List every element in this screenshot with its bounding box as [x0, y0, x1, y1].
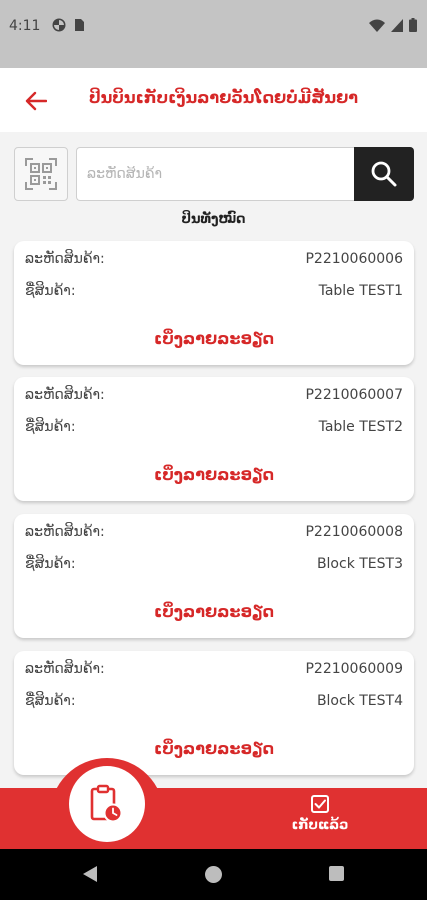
view-details-link[interactable]: ເບິ່ງລາຍລະອຽດ — [14, 465, 414, 484]
status-time: 4:11 — [9, 18, 41, 34]
product-name-label: ຊື່ສິນຄ້າ: — [25, 419, 76, 435]
check-square-icon — [311, 795, 329, 813]
product-name-label: ຊື່ສິນຄ້າ: — [25, 693, 76, 709]
product-name-value: Table TEST2 — [318, 419, 403, 435]
product-card: ລະຫັດສິນຄ້າ: P2210060006 ຊື່ສິນຄ້າ: Tabl… — [14, 241, 414, 365]
status-bar: 4:11 — [0, 0, 427, 68]
product-name-label: ຊື່ສິນຄ້າ: — [25, 556, 76, 572]
wifi-icon — [369, 19, 385, 32]
product-code-label: ລະຫັດສິນຄ້າ: — [25, 661, 105, 677]
pending-collection-button[interactable] — [69, 766, 145, 842]
product-name-value: Block TEST3 — [316, 556, 403, 572]
view-details-link[interactable]: ເບິ່ງລາຍລະອຽດ — [14, 329, 414, 348]
search-icon — [371, 161, 397, 187]
signal-icon — [391, 18, 403, 32]
product-name-value: Block TEST4 — [316, 693, 403, 709]
app-bar: ປິນບິນເກັບເງິນລາຍວັນໂດຍບໍ່ມີສັນຍາ — [0, 68, 427, 132]
product-code-value: P2210060007 — [305, 387, 403, 403]
product-code-value: P2210060009 — [305, 661, 403, 677]
sim-card-icon — [75, 19, 84, 31]
system-back-icon[interactable] — [82, 865, 98, 883]
product-name-label: ຊື່ສິນຄ້າ: — [25, 283, 76, 299]
back-button[interactable] — [22, 88, 50, 114]
search-input[interactable] — [76, 147, 354, 201]
nav-completed-label: ເກັບແລ້ວ — [291, 818, 349, 833]
system-recents-icon[interactable] — [329, 866, 344, 881]
pinwheel-icon — [52, 18, 66, 32]
view-details-link[interactable]: ເບິ່ງລາຍລະອຽດ — [14, 602, 414, 621]
product-code-label: ລະຫັດສິນຄ້າ: — [25, 251, 105, 267]
page-title: ປິນບິນເກັບເງິນລາຍວັນໂດຍບໍ່ມີສັນຍາ — [88, 88, 359, 107]
product-card: ລະຫັດສິນຄ້າ: P2210060008 ຊື່ສິນຄ້າ: Bloc… — [14, 514, 414, 638]
search-row — [14, 147, 414, 201]
battery-icon — [409, 18, 417, 32]
filter-label: ປິນທັງໝົດ — [181, 212, 246, 227]
bottom-nav — [0, 788, 427, 849]
view-details-link[interactable]: ເບິ່ງລາຍລະອຽດ — [14, 739, 414, 758]
product-code-value: P2210060008 — [305, 524, 403, 540]
clipboard-clock-icon — [90, 784, 123, 823]
qr-scan-button[interactable] — [14, 147, 68, 201]
product-code-value: P2210060006 — [305, 251, 403, 267]
nav-completed[interactable]: ເກັບແລ້ວ — [280, 794, 360, 844]
qr-scan-icon — [25, 158, 57, 190]
product-card: ລະຫັດສິນຄ້າ: P2210060007 ຊື່ສິນຄ້າ: Tabl… — [14, 377, 414, 501]
system-home-icon[interactable] — [205, 866, 222, 883]
product-card: ລະຫັດສິນຄ້າ: P2210060009 ຊື່ສິນຄ້າ: Bloc… — [14, 651, 414, 775]
product-code-label: ລະຫັດສິນຄ້າ: — [25, 387, 105, 403]
system-nav-bar — [0, 849, 427, 900]
arrow-left-icon — [25, 91, 47, 111]
product-code-label: ລະຫັດສິນຄ້າ: — [25, 524, 105, 540]
product-name-value: Table TEST1 — [318, 283, 403, 299]
search-button[interactable] — [354, 147, 414, 201]
